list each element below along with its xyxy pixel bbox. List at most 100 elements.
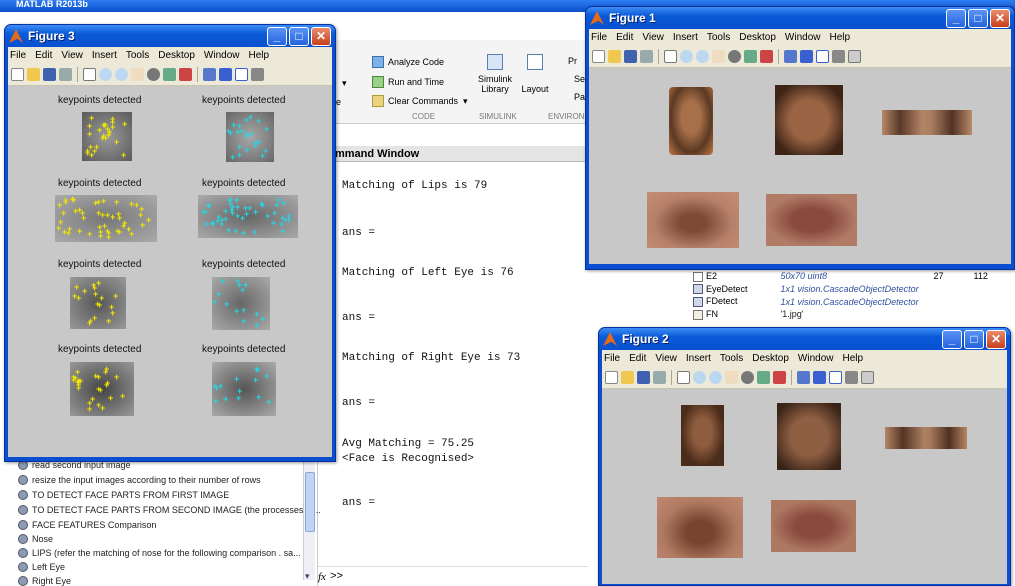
history-item[interactable]: TO DETECT FACE PARTS FROM FIRST IMAGE: [18, 490, 229, 500]
menu-tools[interactable]: Tools: [707, 32, 730, 43]
maximize-button[interactable]: □: [289, 26, 309, 46]
open-icon[interactable]: [27, 68, 40, 81]
data-cursor-icon[interactable]: [163, 68, 176, 81]
workspace-row[interactable]: FDetect 1x1 vision.CascadeObjectDetector: [690, 295, 991, 308]
preferences-partial[interactable]: Pr: [568, 56, 577, 66]
save-icon[interactable]: [43, 68, 56, 81]
menu-file[interactable]: File: [591, 32, 607, 43]
hide-tools-icon[interactable]: [845, 371, 858, 384]
colorbar-icon[interactable]: [800, 50, 813, 63]
pan-icon[interactable]: [712, 50, 725, 63]
maximize-button[interactable]: □: [964, 329, 984, 349]
legend-icon[interactable]: [816, 50, 829, 63]
menu-view[interactable]: View: [642, 32, 664, 43]
minimize-button[interactable]: _: [942, 329, 962, 349]
legend-icon[interactable]: [235, 68, 248, 81]
link-icon[interactable]: [797, 371, 810, 384]
workspace-row[interactable]: E2 50x70 uint8 27 112: [690, 270, 991, 283]
save-icon[interactable]: [637, 371, 650, 384]
menu-view[interactable]: View: [655, 353, 677, 364]
figure2-titlebar[interactable]: Figure 2 _ □ ✕: [599, 328, 1010, 350]
link-icon[interactable]: [784, 50, 797, 63]
parallel-partial[interactable]: Pa: [574, 92, 585, 102]
menu-edit[interactable]: Edit: [616, 32, 633, 43]
zoom-out-icon[interactable]: [696, 50, 709, 63]
menu-edit[interactable]: Edit: [35, 50, 52, 61]
zoom-in-icon[interactable]: [99, 68, 112, 81]
data-cursor-icon[interactable]: [744, 50, 757, 63]
print-icon[interactable]: [59, 68, 72, 81]
history-scrollbar[interactable]: ▾: [303, 462, 315, 582]
run-and-time-button[interactable]: Run and Time: [372, 76, 444, 88]
rotate-icon[interactable]: [728, 50, 741, 63]
pointer-icon[interactable]: [83, 68, 96, 81]
menu-edit[interactable]: Edit: [629, 353, 646, 364]
workspace-row[interactable]: EyeDetect 1x1 vision.CascadeObjectDetect…: [690, 283, 991, 296]
menu-window[interactable]: Window: [785, 32, 821, 43]
print-icon[interactable]: [640, 50, 653, 63]
zoom-out-icon[interactable]: [709, 371, 722, 384]
pointer-icon[interactable]: [664, 50, 677, 63]
colorbar-icon[interactable]: [219, 68, 232, 81]
history-item[interactable]: TO DETECT FACE PARTS FROM SECOND IMAGE (…: [18, 505, 321, 515]
command-prompt[interactable]: fx >>: [318, 566, 588, 586]
menu-help[interactable]: Help: [830, 32, 851, 43]
history-item[interactable]: LIPS (refer the matching of nose for the…: [18, 548, 301, 558]
menu-desktop[interactable]: Desktop: [739, 32, 776, 43]
clear-commands-button[interactable]: Clear Commands ▾: [372, 95, 468, 107]
history-item[interactable]: resize the input images according to the…: [18, 475, 261, 485]
dock-icon[interactable]: [848, 50, 861, 63]
menu-view[interactable]: View: [61, 50, 83, 61]
menu-insert[interactable]: Insert: [92, 50, 117, 61]
menu-window[interactable]: Window: [798, 353, 834, 364]
rotate-icon[interactable]: [147, 68, 160, 81]
menu-help[interactable]: Help: [843, 353, 864, 364]
command-window[interactable]: mmand Window: [334, 146, 588, 586]
history-item[interactable]: Left Eye: [18, 562, 65, 572]
scroll-thumb[interactable]: [305, 472, 315, 532]
open-icon[interactable]: [608, 50, 621, 63]
zoom-in-icon[interactable]: [693, 371, 706, 384]
zoom-in-icon[interactable]: [680, 50, 693, 63]
history-item[interactable]: Nose: [18, 534, 53, 544]
zoom-out-icon[interactable]: [115, 68, 128, 81]
menu-window[interactable]: Window: [204, 50, 240, 61]
pan-icon[interactable]: [725, 371, 738, 384]
legend-icon[interactable]: [829, 371, 842, 384]
menu-insert[interactable]: Insert: [686, 353, 711, 364]
data-cursor-icon[interactable]: [757, 371, 770, 384]
brush-icon[interactable]: [760, 50, 773, 63]
menu-help[interactable]: Help: [249, 50, 270, 61]
new-icon[interactable]: [592, 50, 605, 63]
menu-insert[interactable]: Insert: [673, 32, 698, 43]
minimize-button[interactable]: _: [267, 26, 287, 46]
save-icon[interactable]: [624, 50, 637, 63]
menu-tools[interactable]: Tools: [720, 353, 743, 364]
layout-button[interactable]: Layout: [520, 54, 550, 94]
figure3-titlebar[interactable]: Figure 3 _ □ ✕: [5, 25, 335, 47]
history-item[interactable]: Right Eye: [18, 576, 71, 586]
minimize-button[interactable]: _: [946, 8, 966, 28]
close-button[interactable]: ✕: [986, 329, 1006, 349]
workspace-row[interactable]: FN '1.jpg': [690, 308, 991, 321]
chevron-down-icon[interactable]: ▾: [305, 571, 310, 582]
menu-file[interactable]: File: [10, 50, 26, 61]
new-icon[interactable]: [605, 371, 618, 384]
link-icon[interactable]: [203, 68, 216, 81]
figure1-titlebar[interactable]: Figure 1 _ □ ✕: [586, 7, 1014, 29]
pan-icon[interactable]: [131, 68, 144, 81]
rotate-icon[interactable]: [741, 371, 754, 384]
colorbar-icon[interactable]: [813, 371, 826, 384]
close-button[interactable]: ✕: [311, 26, 331, 46]
menu-tools[interactable]: Tools: [126, 50, 149, 61]
print-icon[interactable]: [653, 371, 666, 384]
history-item[interactable]: FACE FEATURES Comparison: [18, 520, 156, 530]
maximize-button[interactable]: □: [968, 8, 988, 28]
simulink-library-button[interactable]: Simulink Library: [477, 54, 513, 94]
brush-icon[interactable]: [773, 371, 786, 384]
dock-icon[interactable]: [861, 371, 874, 384]
brush-icon[interactable]: [179, 68, 192, 81]
menu-desktop[interactable]: Desktop: [158, 50, 195, 61]
close-button[interactable]: ✕: [990, 8, 1010, 28]
hide-tools-icon[interactable]: [251, 68, 264, 81]
